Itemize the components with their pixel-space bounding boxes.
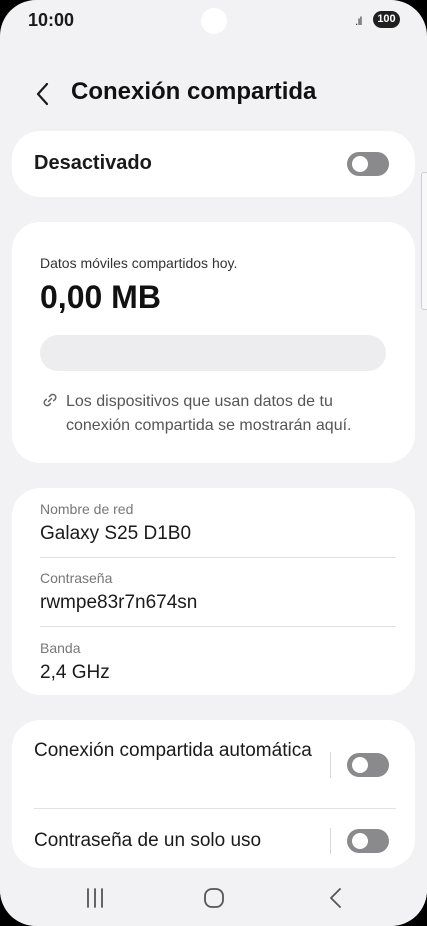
- back-arrow-icon: [330, 888, 341, 908]
- toggle-knob: [352, 757, 368, 773]
- camera-cutout: [201, 8, 227, 34]
- home-button[interactable]: [194, 884, 234, 912]
- one-time-password-toggle[interactable]: [347, 829, 389, 853]
- phone-screen: 10:00 .ıl 100 Conexión compartida Desact…: [0, 0, 427, 926]
- page-title: Conexión compartida: [71, 78, 317, 105]
- divider: [40, 626, 396, 627]
- connected-devices-note: Los dispositivos que usan datos de tu co…: [66, 393, 352, 434]
- master-switch-label: Desactivado: [34, 152, 152, 174]
- divider: [40, 557, 396, 558]
- password-field[interactable]: Contraseña rwmpe83r7n674sn: [40, 570, 395, 614]
- vertical-separator: [330, 828, 331, 854]
- link-icon: [43, 393, 57, 407]
- options-card: Conexión compartida automática Contraseñ…: [12, 720, 415, 868]
- network-name-value: Galaxy S25 D1B0: [40, 523, 192, 544]
- nav-back-button[interactable]: [315, 884, 355, 912]
- home-icon: [204, 888, 224, 908]
- password-value: rwmpe83r7n674sn: [40, 592, 198, 613]
- recent-apps-icon: [87, 888, 103, 908]
- status-bar: 10:00 .ıl 100: [0, 0, 427, 44]
- divider: [34, 808, 396, 809]
- auto-hotspot-label[interactable]: Conexión compartida automática: [34, 738, 319, 764]
- network-name-label: Nombre de red: [40, 501, 134, 517]
- toggle-knob: [352, 833, 368, 849]
- master-switch-card[interactable]: Desactivado: [12, 131, 415, 197]
- network-name-field[interactable]: Nombre de red Galaxy S25 D1B0: [40, 501, 395, 545]
- signal-icon: .ıl: [355, 14, 362, 28]
- band-field[interactable]: Banda 2,4 GHz: [40, 640, 395, 684]
- usage-value: 0,00 MB: [40, 279, 161, 315]
- network-settings-card: Nombre de red Galaxy S25 D1B0 Contraseña…: [12, 488, 415, 695]
- password-label: Contraseña: [40, 570, 113, 586]
- one-time-password-label[interactable]: Contraseña de un solo uso: [34, 828, 319, 854]
- band-value: 2,4 GHz: [40, 662, 110, 683]
- vertical-separator: [330, 752, 331, 778]
- recent-apps-button[interactable]: [75, 884, 115, 912]
- band-label: Banda: [40, 640, 81, 656]
- data-usage-card: Datos móviles compartidos hoy. 0,00 MB L…: [12, 222, 415, 463]
- status-time: 10:00: [28, 10, 75, 30]
- back-button[interactable]: [32, 80, 54, 108]
- usage-label: Datos móviles compartidos hoy.: [40, 255, 238, 271]
- chevron-left-icon: [36, 82, 49, 106]
- battery-icon: 100: [373, 11, 400, 28]
- auto-hotspot-toggle[interactable]: [347, 753, 389, 777]
- toggle-knob: [352, 156, 368, 172]
- navigation-bar: [0, 868, 427, 926]
- usage-progress-bar: [40, 335, 386, 371]
- master-toggle[interactable]: [347, 152, 389, 176]
- scrollbar[interactable]: [421, 172, 427, 310]
